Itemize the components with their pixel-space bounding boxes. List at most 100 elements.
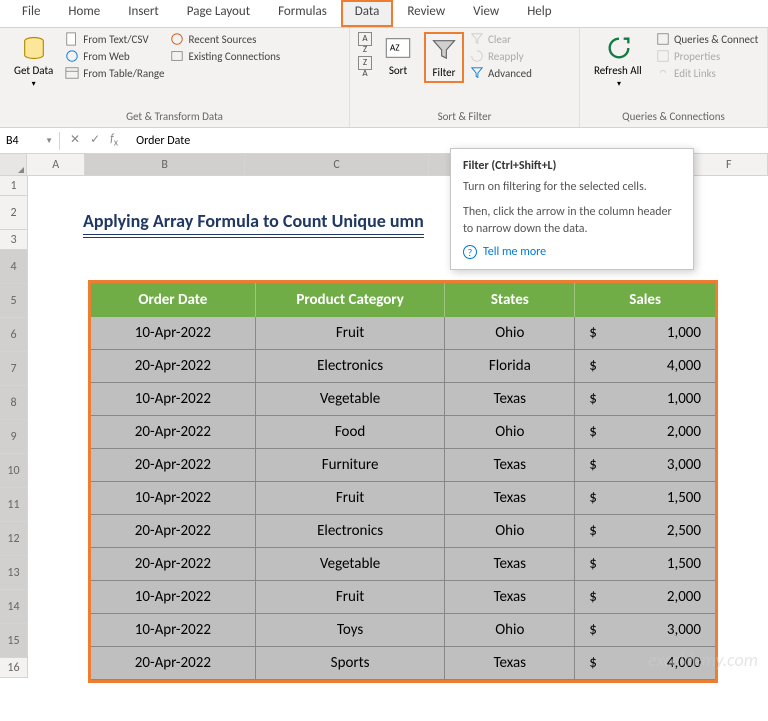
cell-date[interactable]: 20-Apr-2022 xyxy=(91,416,256,449)
cell-sales[interactable]: $1,500 xyxy=(575,482,715,515)
cell-state[interactable]: Texas xyxy=(445,449,575,482)
properties-button[interactable]: Properties xyxy=(656,49,758,63)
table-row[interactable]: 10-Apr-2022FruitTexas$2,000 xyxy=(91,581,715,614)
col-header-B[interactable]: B xyxy=(85,154,245,175)
cell-sales[interactable]: $1,000 xyxy=(575,383,715,416)
cell-category[interactable]: Food xyxy=(256,416,446,449)
cell-sales[interactable]: $3,000 xyxy=(575,614,715,647)
cell-sales[interactable]: $3,000 xyxy=(575,449,715,482)
table-row[interactable]: 10-Apr-2022VegetableTexas$1,000 xyxy=(91,383,715,416)
row-header-6[interactable]: 6 xyxy=(0,318,28,352)
cell-date[interactable]: 20-Apr-2022 xyxy=(91,449,256,482)
cell-category[interactable]: Vegetable xyxy=(256,383,446,416)
name-box[interactable]: B4▼ xyxy=(0,132,60,150)
fx-icon[interactable]: fx xyxy=(110,132,118,148)
tab-data[interactable]: Data xyxy=(341,0,394,27)
cell-state[interactable]: Ohio xyxy=(445,614,575,647)
cell-category[interactable]: Furniture xyxy=(256,449,446,482)
cell-sales[interactable]: $4,000 xyxy=(575,350,715,383)
table-row[interactable]: 10-Apr-2022ToysOhio$3,000 xyxy=(91,614,715,647)
cell-date[interactable]: 20-Apr-2022 xyxy=(91,515,256,548)
table-row[interactable]: 20-Apr-2022SportsTexas$4,000 xyxy=(91,647,715,680)
cell-state[interactable]: Ohio xyxy=(445,515,575,548)
table-row[interactable]: 20-Apr-2022VegetableTexas$1,500 xyxy=(91,548,715,581)
row-header-9[interactable]: 9 xyxy=(0,420,28,454)
cell-date[interactable]: 20-Apr-2022 xyxy=(91,350,256,383)
tooltip-tell-me-more[interactable]: ?Tell me more xyxy=(463,245,681,259)
cell-category[interactable]: Toys xyxy=(256,614,446,647)
cell-sales[interactable]: $2,000 xyxy=(575,416,715,449)
cell-category[interactable]: Fruit xyxy=(256,317,446,350)
cell-state[interactable]: Texas xyxy=(445,548,575,581)
table-row[interactable]: 10-Apr-2022FruitTexas$1,500 xyxy=(91,482,715,515)
cell-sales[interactable]: $2,500 xyxy=(575,515,715,548)
cell-date[interactable]: 10-Apr-2022 xyxy=(91,581,256,614)
cancel-formula-icon[interactable]: ✕ xyxy=(70,132,80,148)
row-header-12[interactable]: 12 xyxy=(0,522,28,556)
cell-date[interactable]: 20-Apr-2022 xyxy=(91,548,256,581)
cell-state[interactable]: Texas xyxy=(445,647,575,680)
tab-formulas[interactable]: Formulas xyxy=(264,0,341,27)
header-sales[interactable]: Sales xyxy=(575,283,715,317)
cell-category[interactable]: Electronics xyxy=(256,515,446,548)
from-text-csv-button[interactable]: From Text/CSV xyxy=(65,32,164,46)
row-header-7[interactable]: 7 xyxy=(0,352,28,386)
existing-connections-button[interactable]: Existing Connections xyxy=(170,49,280,63)
cell-state[interactable]: Texas xyxy=(445,383,575,416)
formula-input[interactable]: Order Date xyxy=(128,132,768,150)
cell-state[interactable]: Texas xyxy=(445,482,575,515)
reapply-button[interactable]: Reapply xyxy=(470,49,532,63)
cell-date[interactable]: 10-Apr-2022 xyxy=(91,383,256,416)
cell-sales[interactable]: $2,000 xyxy=(575,581,715,614)
table-row[interactable]: 20-Apr-2022FoodOhio$2,000 xyxy=(91,416,715,449)
advanced-filter-button[interactable]: Advanced xyxy=(470,66,532,80)
from-web-button[interactable]: From Web xyxy=(65,49,164,63)
cell-date[interactable]: 10-Apr-2022 xyxy=(91,614,256,647)
header-order-date[interactable]: Order Date xyxy=(91,283,256,317)
row-header-2[interactable]: 2 xyxy=(0,196,28,230)
cell-date[interactable]: 10-Apr-2022 xyxy=(91,482,256,515)
tab-home[interactable]: Home xyxy=(54,0,114,27)
refresh-all-button[interactable]: Refresh All▾ xyxy=(588,32,650,91)
accept-formula-icon[interactable]: ✓ xyxy=(90,132,100,148)
row-header-1[interactable]: 1 xyxy=(0,176,28,196)
row-header-8[interactable]: 8 xyxy=(0,386,28,420)
queries-connections-button[interactable]: Queries & Connect xyxy=(656,32,758,46)
row-header-4[interactable]: 4 xyxy=(0,250,28,284)
col-header-A[interactable]: A xyxy=(27,154,85,175)
cell-sales[interactable]: $1,500 xyxy=(575,548,715,581)
tab-view[interactable]: View xyxy=(459,0,513,27)
cell-date[interactable]: 10-Apr-2022 xyxy=(91,317,256,350)
header-states[interactable]: States xyxy=(445,283,575,317)
sort-desc-button[interactable]: ZA xyxy=(358,56,372,70)
row-header-11[interactable]: 11 xyxy=(0,488,28,522)
col-header-C[interactable]: C xyxy=(245,154,429,175)
cell-sales[interactable]: $1,000 xyxy=(575,317,715,350)
cell-state[interactable]: Ohio xyxy=(445,416,575,449)
row-header-13[interactable]: 13 xyxy=(0,556,28,590)
sort-asc-button[interactable]: AZ xyxy=(358,32,372,46)
cell-category[interactable]: Fruit xyxy=(256,482,446,515)
filter-button[interactable]: Filter xyxy=(424,32,464,83)
table-row[interactable]: 20-Apr-2022FurnitureTexas$3,000 xyxy=(91,449,715,482)
cell-category[interactable]: Fruit xyxy=(256,581,446,614)
table-row[interactable]: 20-Apr-2022ElectronicsFlorida$4,000 xyxy=(91,350,715,383)
cell-state[interactable]: Texas xyxy=(445,581,575,614)
row-header-14[interactable]: 14 xyxy=(0,590,28,624)
chevron-down-icon[interactable]: ▼ xyxy=(45,136,53,146)
sort-button[interactable]: AZ Sort xyxy=(378,32,418,79)
page-title[interactable]: Applying Array Formula to Count Unique u… xyxy=(83,210,424,238)
cell-state[interactable]: Florida xyxy=(445,350,575,383)
tab-review[interactable]: Review xyxy=(393,0,459,27)
tab-insert[interactable]: Insert xyxy=(114,0,173,27)
cell-category[interactable]: Sports xyxy=(256,647,446,680)
header-product-category[interactable]: Product Category xyxy=(256,283,446,317)
col-header-F[interactable]: F xyxy=(691,154,768,175)
row-header-15[interactable]: 15 xyxy=(0,624,28,658)
cell-state[interactable]: Ohio xyxy=(445,317,575,350)
cell-category[interactable]: Vegetable xyxy=(256,548,446,581)
tab-file[interactable]: File xyxy=(8,0,54,27)
row-header-5[interactable]: 5 xyxy=(0,284,28,318)
table-row[interactable]: 20-Apr-2022ElectronicsOhio$2,500 xyxy=(91,515,715,548)
row-header-3[interactable]: 3 xyxy=(0,230,28,250)
